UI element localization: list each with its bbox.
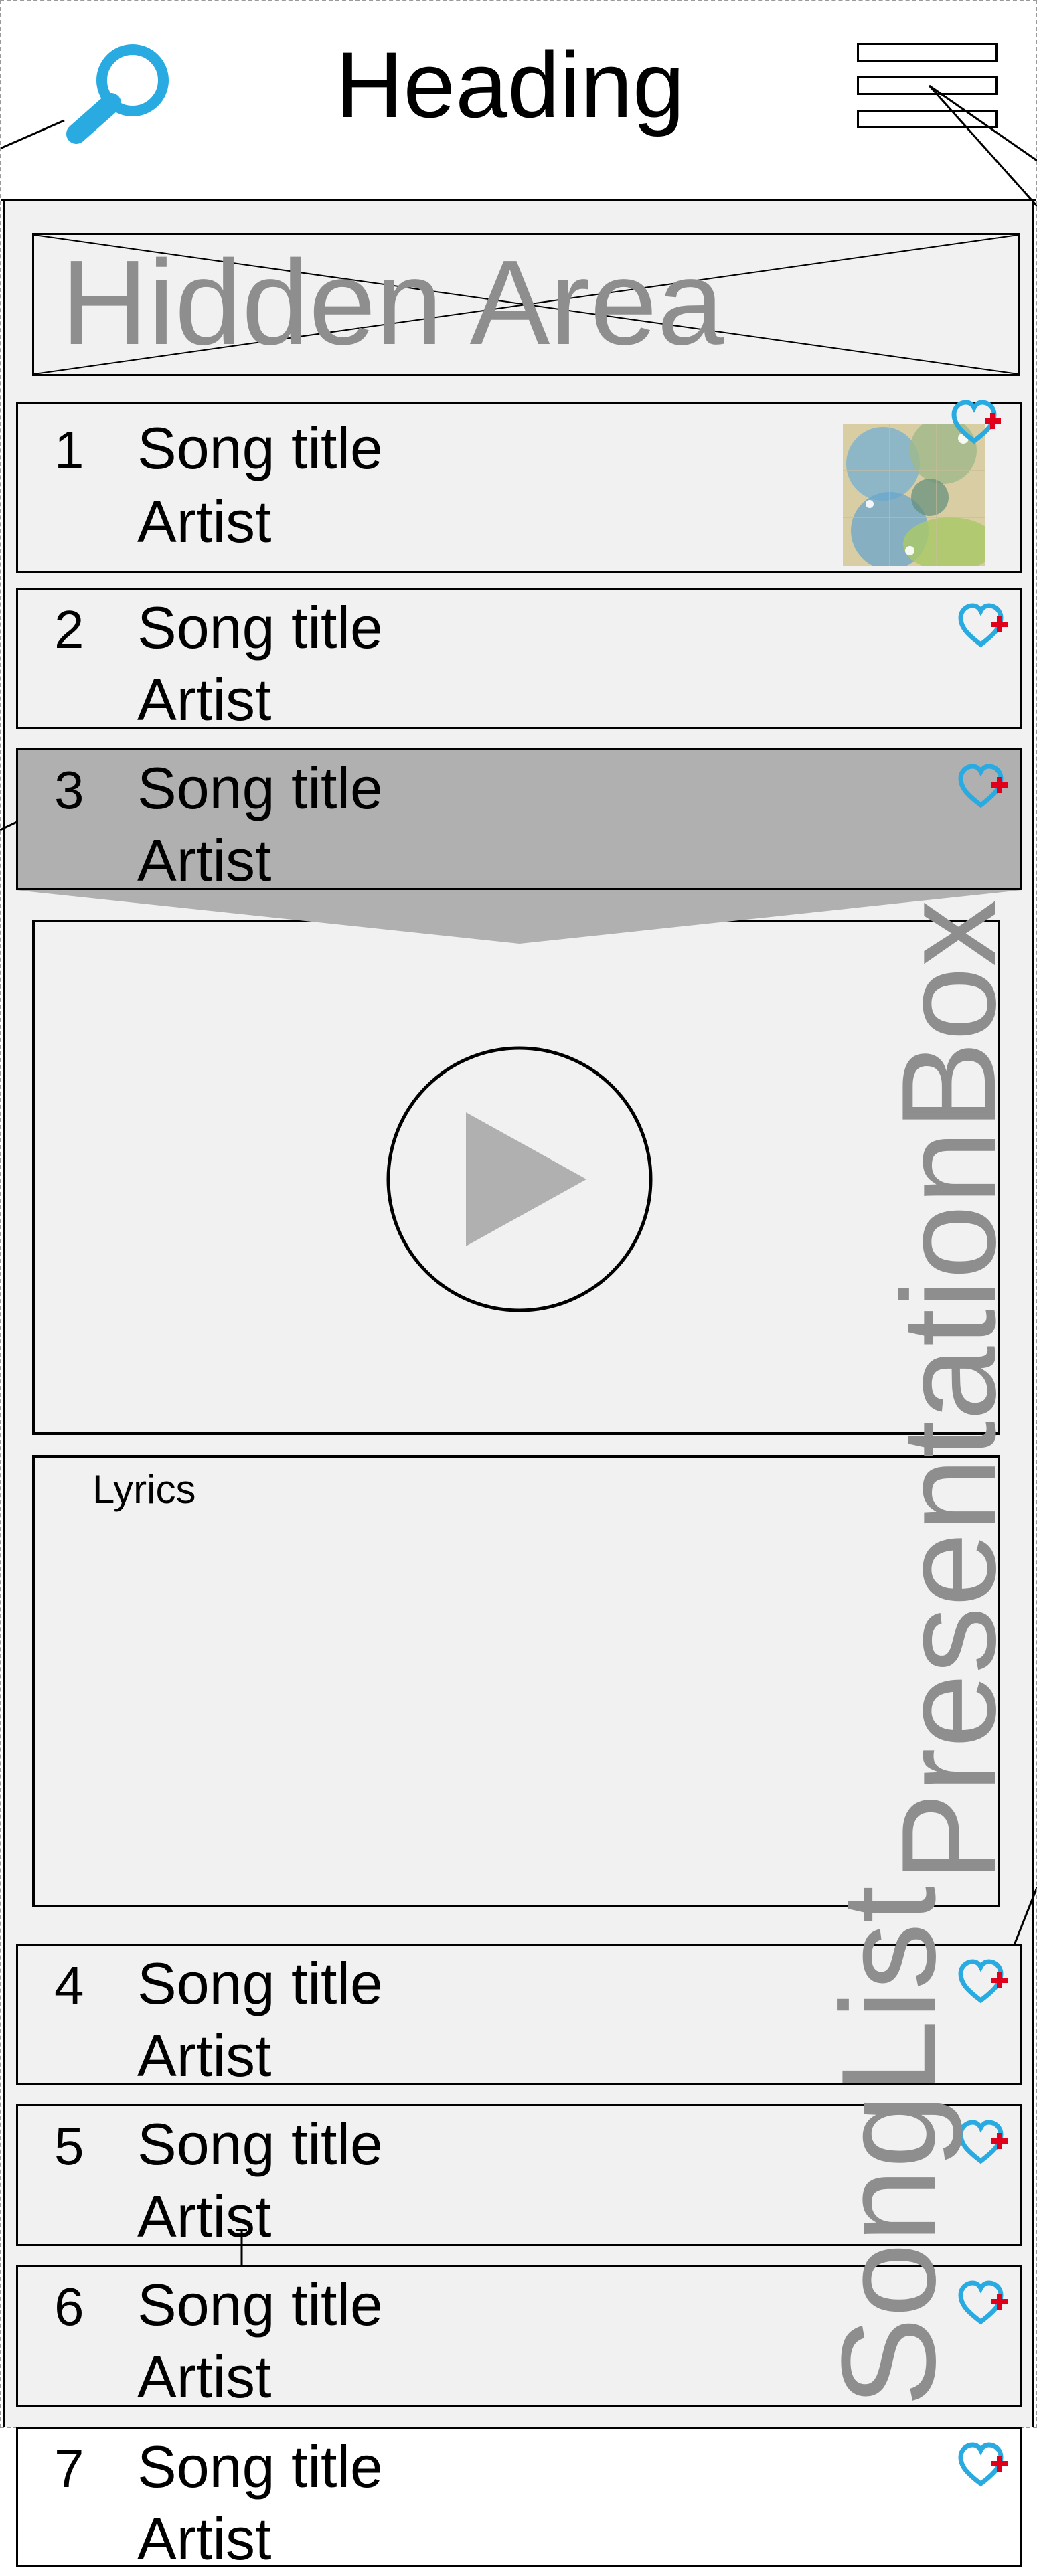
viewport-frame — [0, 0, 1037, 2428]
song-title: Song title — [137, 2433, 383, 2500]
song-row[interactable]: 7 Song title Artist — [16, 2427, 1022, 2572]
song-artist: Artist — [137, 2506, 272, 2572]
song-number: 7 — [54, 2439, 84, 2498]
heart-add-icon[interactable] — [958, 2442, 1012, 2489]
